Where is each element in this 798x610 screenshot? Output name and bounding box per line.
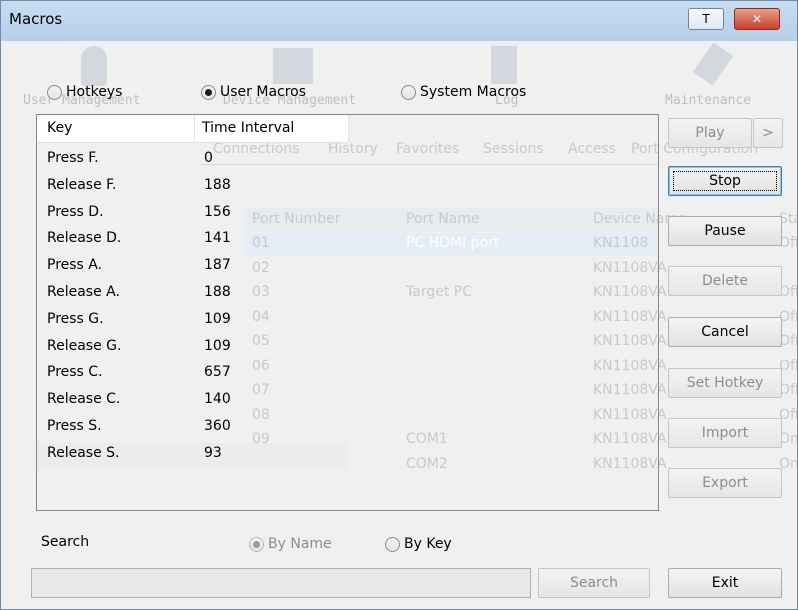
set-hotkey-button[interactable]: Set Hotkey xyxy=(668,368,782,398)
macro-row[interactable]: Release G. 109 xyxy=(37,336,348,363)
column-header-time-interval[interactable]: Time Interval xyxy=(202,120,294,136)
macro-row[interactable]: Release F. 188 xyxy=(37,175,348,202)
macro-key: Release A. xyxy=(47,283,120,300)
macro-time-interval: 109 xyxy=(204,337,231,354)
macro-row[interactable]: Press F. 0 xyxy=(37,148,348,175)
pause-button[interactable]: Pause xyxy=(668,216,782,246)
export-button[interactable]: Export xyxy=(668,468,782,498)
exit-button[interactable]: Exit xyxy=(668,568,782,598)
macro-key: Press C. xyxy=(47,364,103,381)
radio-icon xyxy=(385,537,400,552)
macro-key: Release S. xyxy=(47,444,120,461)
title-bar[interactable]: Macros T ✕ xyxy=(1,1,797,41)
macro-time-interval: 140 xyxy=(204,391,231,408)
macro-rows: Press F. 0 Release F. 188 Press D. 156 Release… xyxy=(37,148,348,470)
macro-row[interactable]: Press G. 109 xyxy=(37,309,348,336)
focus-rect xyxy=(673,171,777,191)
stop-button[interactable]: Stop xyxy=(668,166,782,196)
macro-key: Press F. xyxy=(47,150,99,166)
delete-button[interactable]: Delete xyxy=(668,266,782,296)
wrench-icon xyxy=(692,42,734,86)
log-icon xyxy=(491,46,517,84)
macro-row[interactable]: Press C. 657 xyxy=(37,362,348,389)
macro-time-interval: 360 xyxy=(204,417,231,434)
column-divider[interactable] xyxy=(194,115,195,142)
macro-row[interactable]: Release C. 140 xyxy=(37,389,348,416)
macro-key: Release F. xyxy=(47,176,117,193)
macro-row[interactable]: Press A. 187 xyxy=(37,255,348,282)
macro-time-interval: 109 xyxy=(204,310,231,327)
macro-time-interval: 93 xyxy=(204,444,222,461)
macro-row[interactable]: Press D. 156 xyxy=(37,202,348,229)
search-label: Search xyxy=(41,534,90,550)
macro-list[interactable]: Key Time Interval Press F. 0 Release F. 188… xyxy=(36,114,659,511)
radio-checked-icon xyxy=(201,85,216,100)
macro-key: Press A. xyxy=(47,257,103,274)
close-button[interactable]: ✕ xyxy=(734,8,780,30)
window-title: Macros xyxy=(9,10,63,28)
column-header-key[interactable]: Key xyxy=(47,120,72,136)
search-button[interactable]: Search xyxy=(538,568,650,598)
macros-dialog: Macros T ✕ User Management Device Manage… xyxy=(0,0,798,610)
play-button[interactable]: Play xyxy=(668,118,752,148)
user-icon xyxy=(81,46,107,86)
help-button[interactable]: T xyxy=(688,8,724,30)
macro-row[interactable]: Release A. 188 xyxy=(37,282,348,309)
macro-key: Release G. xyxy=(47,337,122,354)
search-input[interactable] xyxy=(31,568,531,598)
cancel-button[interactable]: Cancel xyxy=(668,317,782,347)
macro-key: Release C. xyxy=(47,391,121,408)
device-icon xyxy=(273,48,313,84)
macro-key: Release D. xyxy=(47,230,122,247)
macro-key: Press S. xyxy=(47,417,102,434)
macro-time-interval: 188 xyxy=(204,283,231,300)
import-button[interactable]: Import xyxy=(668,418,782,448)
macro-time-interval: 156 xyxy=(204,203,231,220)
macro-row[interactable]: Press S. 360 xyxy=(37,416,348,443)
column-divider[interactable] xyxy=(348,115,349,142)
radio-checked-icon xyxy=(249,537,264,552)
close-icon: ✕ xyxy=(751,12,763,26)
macro-time-interval: 187 xyxy=(204,257,231,274)
macro-time-interval: 657 xyxy=(204,364,231,381)
list-header: Key Time Interval xyxy=(37,115,349,143)
macro-key: Press G. xyxy=(47,310,104,327)
macro-row[interactable]: Release D. 141 xyxy=(37,228,348,255)
macro-row[interactable]: Release S. 93 xyxy=(37,442,348,470)
play-menu-button[interactable]: > xyxy=(753,118,783,148)
macro-time-interval: 0 xyxy=(204,150,213,166)
radio-icon xyxy=(47,85,62,100)
macro-time-interval: 141 xyxy=(204,230,231,247)
macro-key: Press D. xyxy=(47,203,104,220)
radio-icon xyxy=(401,85,416,100)
nav-maintenance: Maintenance xyxy=(665,93,752,108)
macro-time-interval: 188 xyxy=(204,176,231,193)
